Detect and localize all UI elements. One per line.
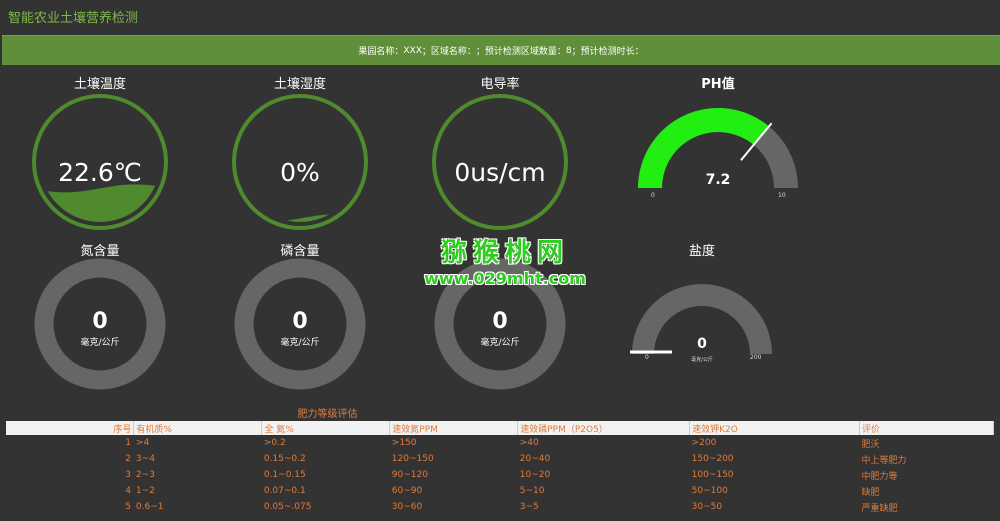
- header-rating: 评价: [859, 421, 994, 435]
- garden-value: XXX: [403, 45, 422, 56]
- potassium-unit: 毫克/公斤: [480, 338, 520, 348]
- row-avail-p: 10~20: [519, 470, 551, 480]
- area-label: ；区域名称：: [421, 47, 476, 57]
- table-row: 3 2~3 0.1~0.15 90~120 10~20 100~150 中肥力等: [6, 467, 994, 483]
- app-title: 智能农业土壤营养检测: [8, 11, 139, 26]
- ph-min-label: 0: [651, 192, 655, 199]
- row-organic: >4: [135, 438, 150, 448]
- row-total-n: >0.2: [263, 438, 286, 448]
- row-organic: 0.6~1: [135, 502, 164, 512]
- row-avail-p: 20~40: [519, 454, 551, 464]
- conductivity-title: 电导率: [480, 77, 520, 92]
- header-avail-k: 速效钾K2O: [689, 421, 861, 435]
- row-index: 4: [125, 486, 131, 496]
- row-avail-k: 100~150: [691, 470, 734, 480]
- row-avail-n: 90~120: [391, 470, 428, 480]
- header-total-n: 全 氮%: [261, 421, 391, 435]
- nitrogen-value: 0: [92, 309, 108, 334]
- salinity-value: 0: [697, 336, 707, 352]
- soil-temperature-title: 土壤温度: [73, 77, 126, 92]
- table-row: 5 0.6~1 0.05~.075 30~60 3~5 30~50 严重缺肥: [6, 499, 994, 515]
- garden-label: 果园名称：: [358, 47, 404, 57]
- row-rating: 中肥力等: [861, 471, 898, 482]
- row-rating: 中上等肥力: [861, 455, 907, 466]
- soil-moisture-title: 土壤湿度: [273, 77, 326, 92]
- salinity-unit: 毫克/公斤: [691, 357, 713, 363]
- row-organic: 1~2: [135, 486, 155, 496]
- ph-max-label: 10: [778, 192, 786, 199]
- row-organic: 3~4: [135, 454, 155, 464]
- info-bar: 果园名称： XXX ；区域名称： ；预计检测区域数量： 8 ；预计检测时长：: [2, 35, 1000, 65]
- row-rating: 严重缺肥: [861, 503, 898, 514]
- duration-label: ；预计检测时长：: [571, 47, 644, 57]
- row-avail-k: 150~200: [691, 454, 734, 464]
- row-rating: 肥沃: [861, 439, 880, 450]
- grade-table-header: 序号 有机质% 全 氮% 速效氮PPM 速效磷PPM（P2O5） 速效钾K2O …: [6, 421, 994, 435]
- phosphorus-value: 0: [292, 309, 308, 334]
- conductivity-value: 0us/cm: [454, 158, 546, 187]
- row-avail-n: 60~90: [391, 486, 423, 496]
- soil-temperature-value: 22.6℃: [58, 158, 142, 187]
- header-index: 序号: [6, 421, 135, 435]
- header-avail-n: 速效氮PPM: [389, 421, 519, 435]
- header-organic: 有机质%: [133, 421, 263, 435]
- potassium-value: 0: [492, 309, 508, 334]
- row-index: 2: [125, 454, 131, 464]
- row-avail-p: 3~5: [519, 502, 539, 512]
- row-index: 3: [125, 470, 131, 480]
- row-avail-n: >150: [391, 438, 417, 448]
- row-total-n: 0.05~.075: [263, 502, 312, 512]
- ph-title: PH值: [701, 77, 735, 92]
- phosphorus-unit: 毫克/公斤: [280, 338, 320, 348]
- count-label: ；预计检测区域数量：: [475, 47, 566, 57]
- row-organic: 2~3: [135, 470, 155, 480]
- row-index: 1: [125, 438, 131, 448]
- row-rating: 缺肥: [861, 487, 880, 498]
- row-avail-n: 30~60: [391, 502, 423, 512]
- nitrogen-unit: 毫克/公斤: [80, 338, 120, 348]
- soil-moisture-value: 0%: [280, 158, 320, 187]
- salinity-title: 盐度: [688, 244, 715, 259]
- row-avail-k: >200: [691, 438, 717, 448]
- row-total-n: 0.15~0.2: [263, 454, 306, 464]
- table-row: 4 1~2 0.07~0.1 60~90 5~10 50~100 缺肥: [6, 483, 994, 499]
- row-index: 5: [125, 502, 131, 512]
- row-avail-n: 120~150: [391, 454, 434, 464]
- grade-table: 序号 有机质% 全 氮% 速效氮PPM 速效磷PPM（P2O5） 速效钾K2O …: [6, 421, 994, 515]
- row-avail-p: >40: [519, 438, 539, 448]
- row-total-n: 0.07~0.1: [263, 486, 306, 496]
- row-avail-p: 5~10: [519, 486, 545, 496]
- table-row: 1 >4 >0.2 >150 >40 >200 肥沃: [6, 435, 994, 451]
- table-row: 2 3~4 0.15~0.2 120~150 20~40 150~200 中上等…: [6, 451, 994, 467]
- row-total-n: 0.1~0.15: [263, 470, 306, 480]
- grade-table-title: 肥力等级评估: [297, 409, 358, 420]
- ph-value: 7.2: [705, 172, 731, 188]
- header-avail-p: 速效磷PPM（P2O5）: [517, 421, 691, 435]
- row-avail-k: 50~100: [691, 486, 728, 496]
- row-avail-k: 30~50: [691, 502, 723, 512]
